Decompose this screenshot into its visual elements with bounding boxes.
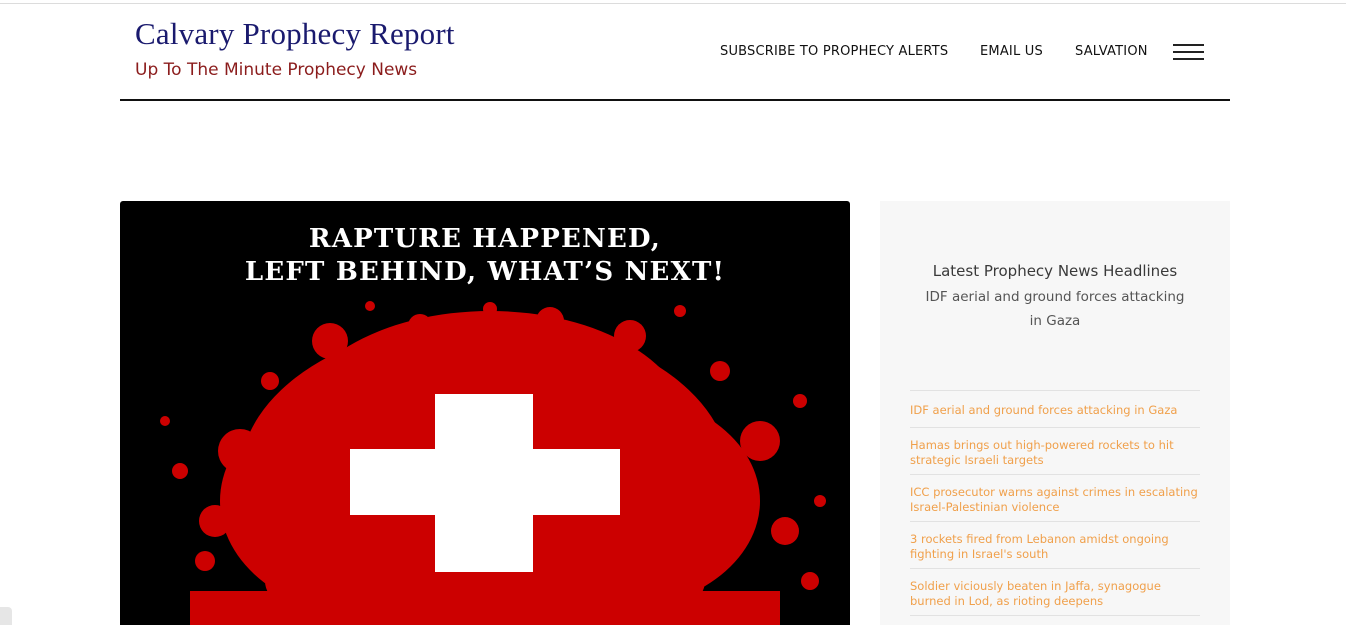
list-item: ICC prosecutor warns against crimes in e… (910, 475, 1200, 522)
hero-title-line1: RAPTURE HAPPENED, (308, 224, 662, 254)
headline-link[interactable]: IDF aerial and ground forces attacking i… (910, 403, 1200, 418)
headline-link[interactable]: 3 rockets fired from Lebanon amidst ongo… (910, 532, 1200, 562)
sidebar: Latest Prophecy News Headlines IDF aeria… (880, 201, 1230, 625)
header-divider (120, 99, 1230, 101)
headline-list: IDF aerial and ground forces attacking i… (910, 390, 1200, 616)
headline-link[interactable]: Hamas brings out high-powered rockets to… (910, 438, 1200, 468)
headline-link[interactable]: Soldier viciously beaten in Jaffa, synag… (910, 579, 1200, 609)
nav-salvation-link[interactable]: SALVATION (1075, 44, 1148, 59)
top-border (0, 3, 1346, 4)
hamburger-menu-icon[interactable] (1173, 44, 1204, 61)
menu-line (1173, 58, 1204, 60)
list-item: Hamas brings out high-powered rockets to… (910, 428, 1200, 475)
menu-line (1173, 51, 1204, 53)
cross-icon-bar (350, 449, 620, 515)
menu-line (1173, 44, 1204, 46)
site-tagline: Up To The Minute Prophecy News (135, 60, 418, 80)
list-item: Soldier viciously beaten in Jaffa, synag… (910, 569, 1200, 616)
hero-title-line2: LEFT BEHIND, WHAT’S NEXT! (244, 257, 726, 287)
headline-link[interactable]: ICC prosecutor warns against crimes in e… (910, 485, 1200, 515)
site-title[interactable]: Calvary Prophecy Report (135, 16, 455, 52)
nav-email-link[interactable]: EMAIL US (980, 44, 1043, 59)
sidebar-subheading: IDF aerial and ground forces attacking i… (925, 289, 1185, 329)
nav-subscribe-link[interactable]: SUBSCRIBE TO PROPHECY ALERTS (720, 44, 948, 59)
hero-image[interactable]: RAPTURE HAPPENED, LEFT BEHIND, WHAT’S NE… (120, 201, 850, 625)
scroll-to-top-tab[interactable] (0, 607, 12, 625)
list-item: 3 rockets fired from Lebanon amidst ongo… (910, 522, 1200, 569)
sidebar-heading: Latest Prophecy News Headlines (932, 262, 1178, 280)
list-item: IDF aerial and ground forces attacking i… (910, 391, 1200, 428)
